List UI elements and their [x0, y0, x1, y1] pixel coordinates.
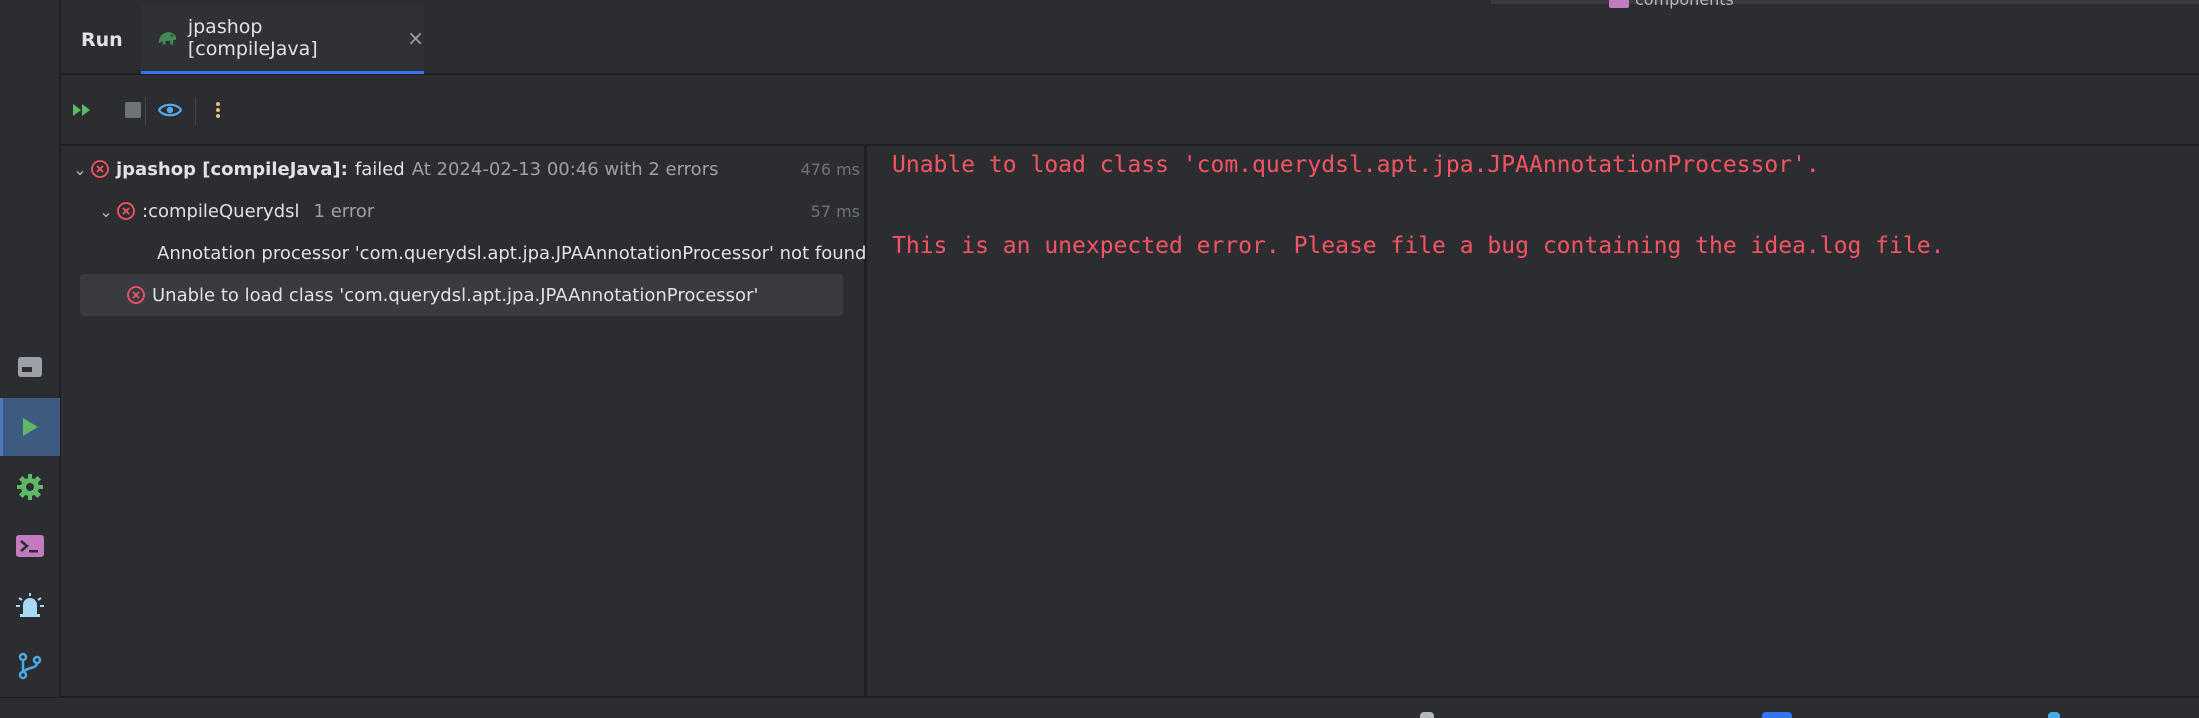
- status-indicator[interactable]: [1420, 712, 1434, 718]
- top-file-label: components: [1635, 0, 1734, 9]
- services-tool-button[interactable]: [0, 458, 60, 516]
- task-error-message: Annotation processor 'com.querydsl.apt.j…: [157, 242, 867, 264]
- ide-window: components Run jpashop [compileJava] ×: [0, 0, 2199, 718]
- more-options-button[interactable]: [205, 97, 231, 123]
- run-tool-button[interactable]: [0, 398, 60, 456]
- settings-icon: [17, 474, 43, 500]
- notifications-tool-button[interactable]: [0, 577, 60, 635]
- run-icon: [23, 418, 38, 436]
- status-indicator[interactable]: [2048, 712, 2060, 718]
- git-tool-button[interactable]: [0, 637, 60, 695]
- console-output[interactable]: Unable to load class 'com.querydsl.apt.j…: [867, 146, 2199, 696]
- tab-label: jpashop [compileJava]: [187, 15, 318, 60]
- task-detail: 1 error: [313, 200, 375, 222]
- tree-row-root-error[interactable]: Unable to load class 'com.querydsl.apt.j…: [80, 274, 843, 316]
- close-icon[interactable]: ×: [407, 26, 424, 50]
- run-tab-bar: components Run jpashop [compileJava] ×: [61, 0, 2199, 74]
- file-icon: [1609, 0, 1629, 8]
- terminal-tool-button[interactable]: [0, 517, 60, 575]
- tool-window-stripe: [0, 0, 60, 718]
- stop-icon: [125, 102, 141, 118]
- task-name: :compileQuerydsl: [142, 200, 300, 222]
- task-duration: 57 ms: [810, 201, 860, 221]
- tab-jpashop-compilejava[interactable]: jpashop [compileJava] ×: [141, 4, 424, 74]
- stop-button[interactable]: [120, 97, 146, 123]
- run-toolbar: [61, 75, 2199, 145]
- tree-row-task-error[interactable]: Annotation processor 'com.querydsl.apt.j…: [61, 232, 866, 274]
- root-task-name: jpashop [compileJava]:: [116, 158, 348, 180]
- status-bar: [0, 697, 2199, 718]
- error-icon: [127, 286, 145, 304]
- gradle-elephant-icon: [158, 31, 177, 45]
- root-duration: 476 ms: [800, 159, 860, 179]
- git-icon: [18, 652, 42, 680]
- root-status: failed: [354, 158, 405, 180]
- chevron-down-icon[interactable]: ⌄: [70, 160, 90, 179]
- build-icon: [18, 357, 42, 377]
- tree-row-task[interactable]: ⌄ :compileQuerydsl 1 error 57 ms: [61, 190, 866, 232]
- error-icon: [117, 202, 135, 220]
- toolbar-separator: [195, 97, 196, 125]
- console-line-1: Unable to load class 'com.querydsl.apt.j…: [892, 152, 1820, 178]
- notifications-icon: [16, 593, 44, 617]
- show-button[interactable]: [157, 97, 183, 123]
- console-line-2: This is an unexpected error. Please file…: [892, 233, 1945, 259]
- error-icon: [91, 160, 109, 178]
- root-error-message: Unable to load class 'com.querydsl.apt.j…: [152, 284, 759, 306]
- build-tree: ⌄ jpashop [compileJava]: failed At 2024-…: [61, 146, 866, 696]
- rerun-button[interactable]: [69, 97, 95, 123]
- more-icon: [216, 102, 220, 118]
- editor-edge: [1491, 0, 2199, 4]
- status-indicator[interactable]: [1762, 712, 1792, 718]
- toolbar-separator: [145, 97, 146, 125]
- tree-row-root[interactable]: ⌄ jpashop [compileJava]: failed At 2024-…: [61, 148, 866, 190]
- root-detail: At 2024-02-13 00:46 with 2 errors: [411, 158, 719, 180]
- terminal-icon: [16, 535, 44, 557]
- top-file-fragment: components: [1609, 0, 1734, 9]
- build-tool-button[interactable]: [0, 338, 60, 396]
- run-tool-title: Run: [81, 29, 123, 51]
- eye-icon: [158, 103, 182, 117]
- rerun-icon: [73, 104, 90, 116]
- chevron-down-icon[interactable]: ⌄: [96, 202, 116, 221]
